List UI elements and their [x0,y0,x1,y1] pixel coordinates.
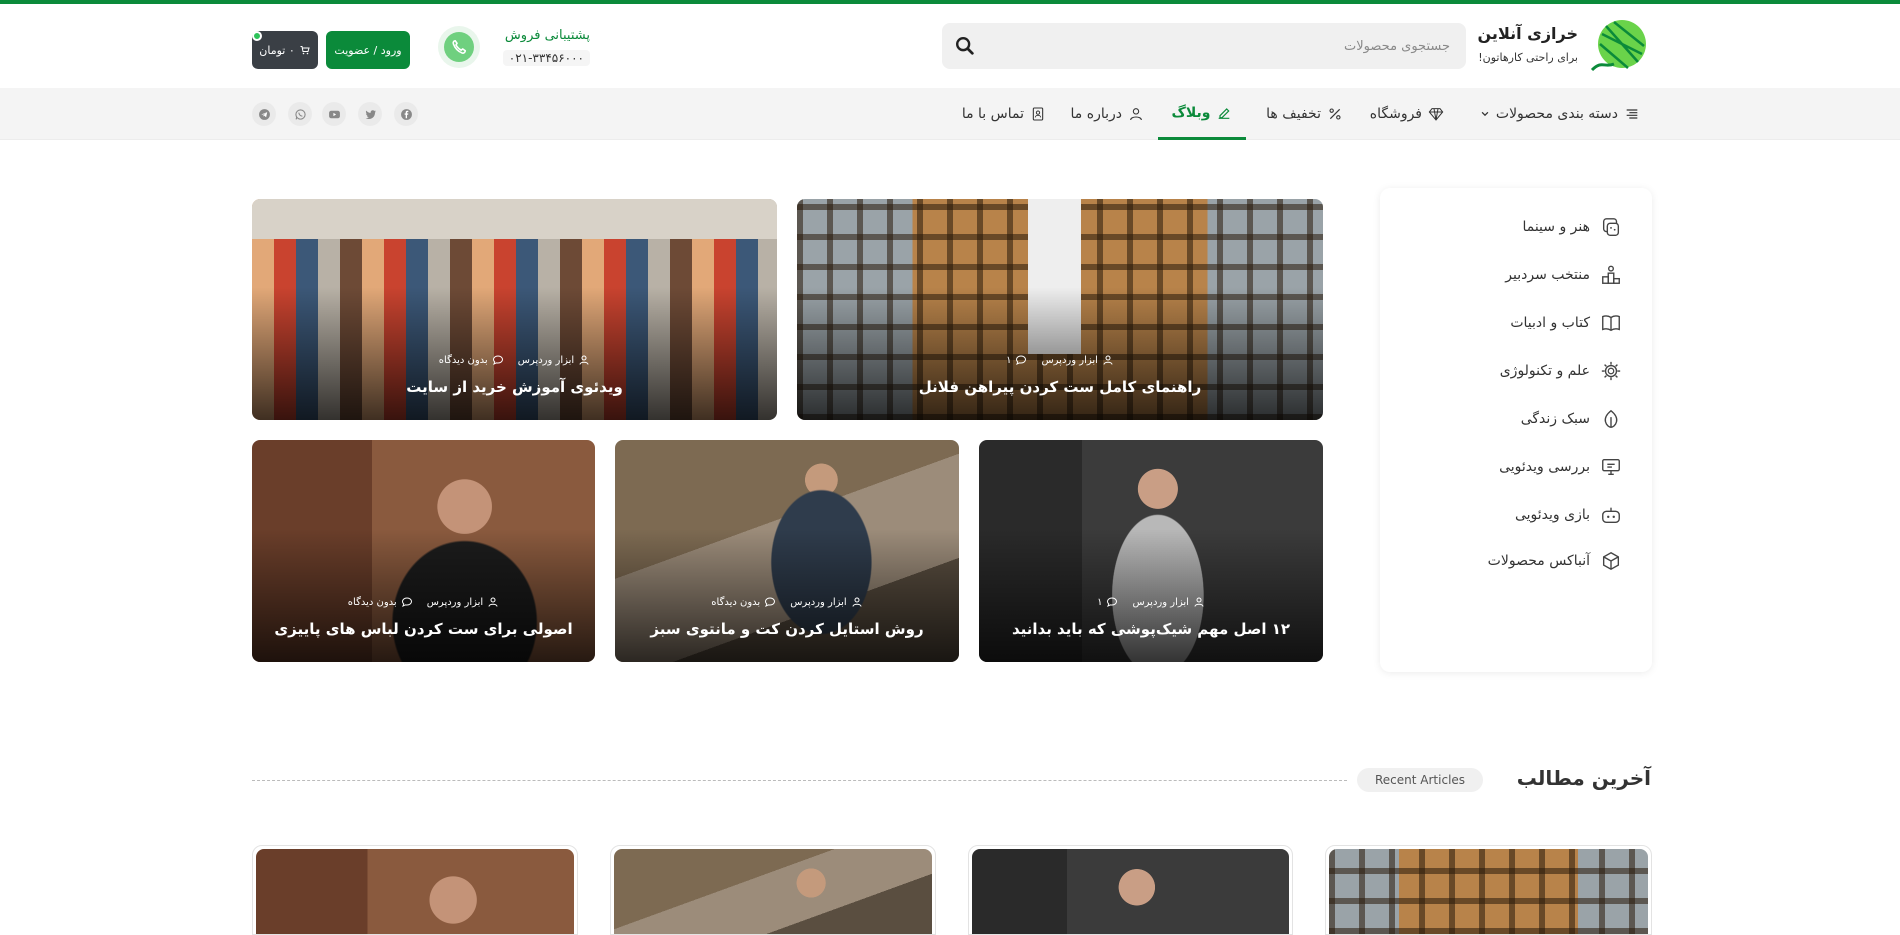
percent-icon [1329,108,1341,120]
diamond-icon [1428,108,1444,121]
article-thumbnail[interactable] [614,849,932,934]
podium-icon [1602,265,1620,284]
user-icon [488,597,498,607]
leaf-icon [1604,409,1618,428]
post-author: ابزار وردپرس [1132,596,1204,608]
category-editors-pick[interactable]: منتخب سردبیر [1505,260,1622,290]
facebook-icon[interactable] [394,102,418,126]
nav-contact[interactable]: تماس با ما [962,88,1046,140]
phone-icon[interactable] [438,26,480,68]
sales-support: پشتیبانی فروش ۰۲۱-۳۳۴۵۶۰۰۰ [438,24,590,70]
category-books-literature[interactable]: کتاب و ادبیات [1510,308,1622,338]
post-title[interactable]: اصولی برای ست کردن لباس های پاییزی [252,620,595,638]
comment-icon [492,355,503,365]
gamepad-icon [1602,507,1620,524]
menu-icon [1626,109,1638,119]
article-card[interactable] [968,845,1293,935]
brand-tagline: برای راحتی کارهاتون! [1478,51,1578,64]
post-title[interactable]: روش استایل کردن کت و مانتوی سبز [615,620,959,638]
latest-articles-heading: آخرین مطالب [1516,766,1651,790]
post-comments: بدون دیدگاه [348,596,413,608]
featured-post-card[interactable]: ابزار وردپرس بدون دیدگاه اصولی برای ست ک… [252,440,595,662]
logo-icon[interactable] [1588,16,1648,76]
divider [252,780,1347,781]
youtube-icon[interactable] [322,102,346,126]
nav-product-categories[interactable]: دسته بندی محصولات [1480,88,1640,140]
main-nav: دسته بندی محصولات فروشگاه تخفیف ها وبلاگ… [0,88,1900,140]
search-icon[interactable] [954,35,976,57]
nav-discounts[interactable]: تخفیف ها [1266,88,1343,140]
post-meta: ابزار وردپرس بدون دیدگاه [615,596,959,608]
comment-icon [1016,355,1027,365]
nav-about[interactable]: درباره ما [1071,88,1144,140]
chevron-down-icon [1481,111,1489,117]
category-unboxing[interactable]: آنباکس محصولات [1488,546,1622,576]
support-label: پشتیبانی فروش [504,28,590,43]
category-science-technology[interactable]: علم و تکنولوژی [1500,356,1622,386]
user-icon [852,597,862,607]
twitter-icon[interactable] [358,102,382,126]
post-author: ابزار وردپرس [790,596,862,608]
post-comments: ۱ [1006,354,1027,366]
post-meta: ابزار وردپرس ۱ [979,596,1323,608]
brand-name: خرازی آنلاین [1477,24,1578,43]
category-video-review[interactable]: بررسی ویدئویی [1499,452,1622,482]
brand[interactable]: خرازی آنلاین برای راحتی کارهاتون! [1478,24,1578,64]
search-input[interactable] [996,23,1466,69]
book-icon [1602,315,1620,332]
post-meta: ابزار وردپرس بدون دیدگاه [252,596,595,608]
nav-shop[interactable]: فروشگاه [1370,88,1444,140]
palette-icon [1602,218,1620,236]
post-comments: ۱ [1097,596,1118,608]
category-lifestyle[interactable]: سبک زندگی [1521,404,1622,434]
cart-total: ۰ تومان [259,43,295,57]
cpu-icon [1601,361,1621,381]
post-title[interactable]: ۱۲ اصل مهم شیک‌پوشی که باید بدانید [979,620,1323,638]
cart-icon [300,46,310,55]
post-meta: ابزار وردپرس بدون دیدگاه [252,354,777,366]
post-comments: بدون دیدگاه [711,596,776,608]
article-thumbnail[interactable] [1329,849,1648,934]
whatsapp-icon[interactable] [288,102,312,126]
box-icon [1602,551,1620,571]
featured-post-card[interactable]: ابزار وردپرس ۱ ۱۲ اصل مهم شیک‌پوشی که با… [979,440,1323,662]
article-card[interactable] [1325,845,1652,935]
post-meta: ابزار وردپرس ۱ [797,354,1323,366]
user-icon [579,355,589,365]
comment-icon [401,597,412,607]
post-title[interactable]: راهنمای کامل ست کردن پیراهن فلانل [797,378,1323,396]
login-register-button[interactable]: ورود / عضویت [326,31,410,69]
article-card[interactable] [610,845,936,935]
monitor-icon [1602,458,1620,476]
post-author: ابزار وردپرس [427,596,499,608]
support-phone[interactable]: ۰۲۱-۳۳۴۵۶۰۰۰ [502,50,590,66]
site-header: خرازی آنلاین برای راحتی کارهاتون! پشتیبا… [0,4,1900,88]
article-card[interactable] [252,845,578,935]
telegram-icon[interactable] [252,102,276,126]
post-author: ابزار وردپرس [1041,354,1113,366]
comment-icon [765,597,776,607]
user-icon [1103,355,1113,365]
category-video-games[interactable]: بازی ویدئویی [1515,500,1622,530]
latest-articles-subtitle: Recent Articles [1357,768,1484,792]
category-sidebar: هنر و سینما منتخب سردبیر کتاب و ادبیات ع… [1380,188,1652,672]
search-box [942,23,1466,69]
category-art-cinema[interactable]: هنر و سینما [1522,212,1622,242]
nav-blog[interactable]: وبلاگ [1158,88,1246,140]
contact-book-icon [1032,107,1044,121]
featured-post-card[interactable]: ابزار وردپرس بدون دیدگاه روش استایل کردن… [615,440,959,662]
post-author: ابزار وردپرس [518,354,590,366]
cart-badge [252,31,262,41]
post-title[interactable]: ویدئوی آموزش خرید از سایت [252,378,777,396]
comment-icon [1107,597,1118,607]
edit-icon [1219,107,1230,119]
user-icon [1130,108,1142,121]
post-comments: بدون دیدگاه [439,354,504,366]
article-thumbnail[interactable] [972,849,1289,934]
cart-button[interactable]: ۰ تومان [252,31,318,69]
featured-post-card[interactable]: ابزار وردپرس بدون دیدگاه ویدئوی آموزش خر… [252,199,777,420]
user-icon [1194,597,1204,607]
article-thumbnail[interactable] [256,849,574,934]
featured-post-card[interactable]: ابزار وردپرس ۱ راهنمای کامل ست کردن پیرا… [797,199,1323,420]
